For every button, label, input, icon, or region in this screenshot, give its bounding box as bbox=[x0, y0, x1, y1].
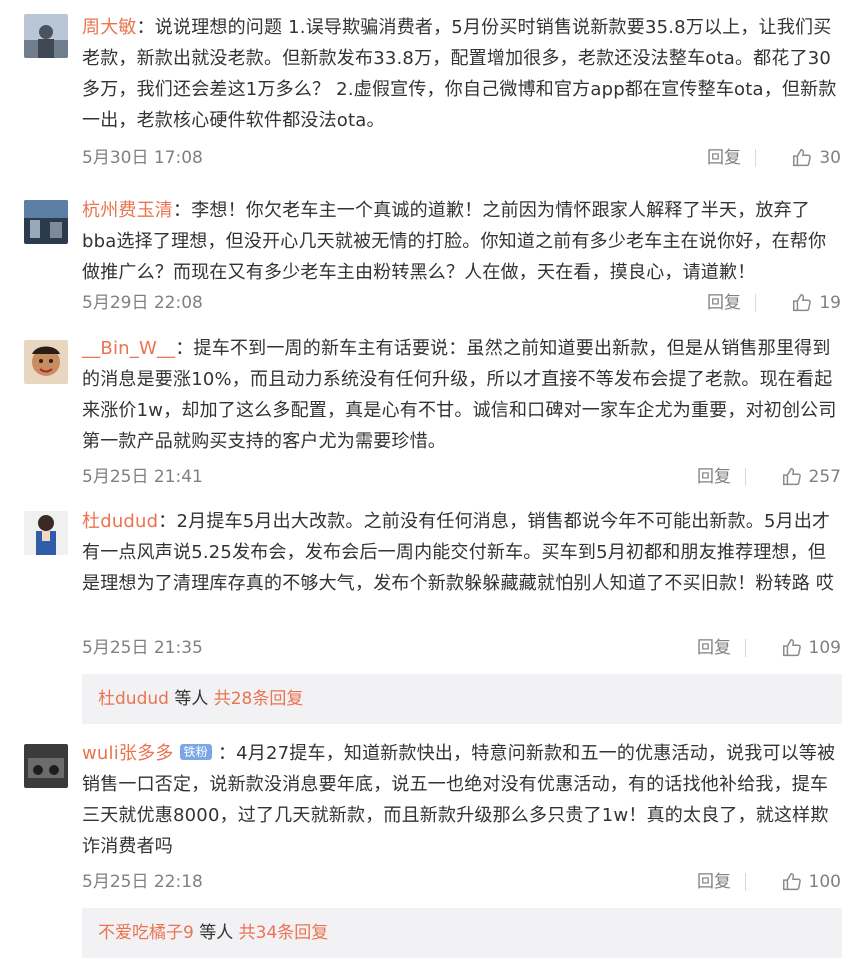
username-link[interactable]: wuli张多多 bbox=[82, 743, 174, 764]
more-replies-link[interactable]: 杜dudud 等人 共28条回复 bbox=[82, 674, 842, 724]
reply-users[interactable]: 不爱吃橘子9 bbox=[98, 923, 194, 943]
comment-meta: 5月25日 21:41 回复 257 bbox=[82, 463, 841, 491]
reply-button[interactable]: 回复 bbox=[707, 289, 741, 317]
avatar[interactable] bbox=[24, 14, 68, 58]
like-button[interactable]: 257 bbox=[781, 463, 841, 491]
like-button[interactable]: 19 bbox=[791, 289, 841, 317]
comment-meta: 5月25日 21:35 回复 109 bbox=[82, 634, 841, 662]
avatar[interactable] bbox=[24, 200, 68, 244]
reply-users[interactable]: 杜dudud bbox=[98, 689, 169, 709]
comment-text: ：说说理想的问题 1.误导欺骗消费者，5月份买时销售说新款要35.8万以上，让我… bbox=[82, 17, 837, 131]
reply-button[interactable]: 回复 bbox=[697, 463, 731, 491]
divider bbox=[745, 873, 746, 891]
username-link[interactable]: 杭州费玉清 bbox=[82, 200, 173, 221]
fan-badge: 铁粉 bbox=[179, 744, 212, 760]
like-count: 19 bbox=[819, 293, 841, 313]
thumbs-up-icon bbox=[782, 873, 801, 891]
divider bbox=[745, 468, 746, 486]
timestamp: 5月25日 21:35 bbox=[82, 638, 203, 658]
comment-text: ：4月27提车，知道新款快出，特意问新款和五一的优惠活动，说我可以等被销售一口否… bbox=[82, 743, 836, 857]
username-link[interactable]: 杜dudud bbox=[82, 511, 158, 532]
like-button[interactable]: 30 bbox=[791, 144, 841, 172]
reply-mid-text: 等人 bbox=[168, 689, 214, 709]
like-count: 109 bbox=[808, 638, 841, 658]
thumbs-up-icon bbox=[782, 468, 801, 486]
comment-text: ：李想！你欠老车主一个真诚的道歉！之前因为情怀跟家人解释了半天，放弃了bba选择… bbox=[82, 200, 827, 283]
reply-mid-text: 等人 bbox=[193, 923, 239, 943]
like-count: 257 bbox=[808, 467, 841, 487]
reply-button[interactable]: 回复 bbox=[697, 868, 731, 896]
reply-button[interactable]: 回复 bbox=[707, 144, 741, 172]
timestamp: 5月25日 22:18 bbox=[82, 872, 203, 892]
timestamp: 5月29日 22:08 bbox=[82, 293, 203, 313]
comment-meta: 5月25日 22:18 回复 100 bbox=[82, 868, 841, 896]
like-button[interactable]: 100 bbox=[781, 868, 841, 896]
more-replies-link[interactable]: 不爱吃橘子9 等人 共34条回复 bbox=[82, 908, 842, 958]
avatar[interactable] bbox=[24, 340, 68, 384]
thumbs-up-icon bbox=[793, 294, 812, 312]
avatar[interactable] bbox=[24, 511, 68, 555]
like-button[interactable]: 109 bbox=[781, 634, 841, 662]
comment-text: ：2月提车5月出大改款。之前没有任何消息，销售都说今年不可能出新款。5月出才有一… bbox=[82, 511, 835, 594]
reply-button[interactable]: 回复 bbox=[697, 634, 731, 662]
thumbs-up-icon bbox=[793, 149, 812, 167]
timestamp: 5月25日 21:41 bbox=[82, 467, 203, 487]
divider bbox=[755, 294, 756, 312]
divider bbox=[745, 639, 746, 657]
divider bbox=[755, 149, 756, 167]
avatar[interactable] bbox=[24, 744, 68, 788]
username-link[interactable]: 周大敏 bbox=[82, 17, 137, 38]
like-count: 100 bbox=[808, 872, 841, 892]
thumbs-up-icon bbox=[782, 639, 801, 657]
comment-meta: 5月29日 22:08 回复 19 bbox=[82, 289, 841, 317]
reply-count[interactable]: 共28条回复 bbox=[214, 689, 304, 709]
comment-text: ：提车不到一周的新车主有话要说：虽然之前知道要出新款，但是从销售那里得到的消息是… bbox=[82, 338, 837, 452]
username-link[interactable]: __Bin_W__ bbox=[82, 338, 175, 359]
reply-count[interactable]: 共34条回复 bbox=[239, 923, 329, 943]
timestamp: 5月30日 17:08 bbox=[82, 148, 203, 168]
comment-meta: 5月30日 17:08 回复 30 bbox=[82, 144, 841, 172]
like-count: 30 bbox=[819, 148, 841, 168]
